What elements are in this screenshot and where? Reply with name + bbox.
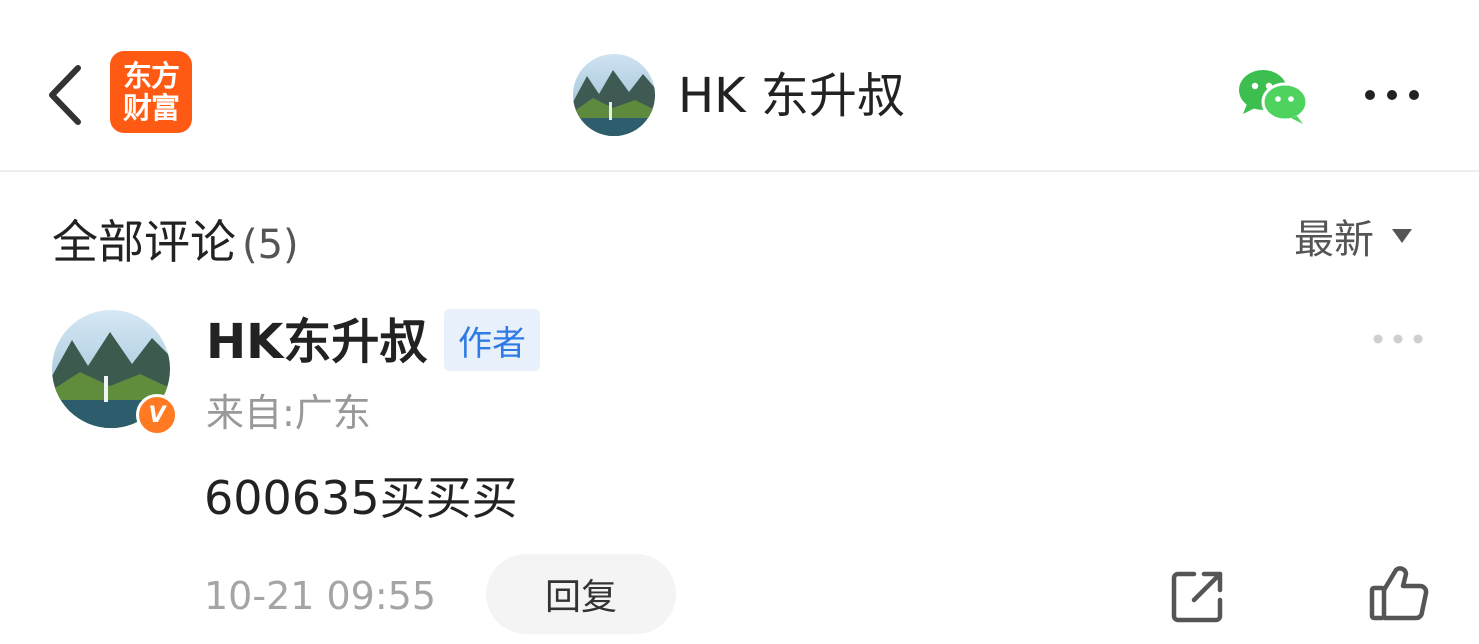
wechat-share-button[interactable] [1235, 66, 1311, 126]
more-icon [1365, 90, 1419, 100]
comment-text: 600635买买买 [204, 471, 518, 525]
top-nav-bar: 东方 财富 HK 东升叔 [0, 0, 1479, 172]
comment-timestamp: 10-21 09:55 [204, 574, 437, 618]
comment-avatar[interactable]: V [52, 310, 178, 436]
verified-badge: V [136, 394, 178, 436]
wechat-icon [1239, 70, 1309, 124]
share-icon [1171, 571, 1223, 623]
caret-down-icon [1392, 229, 1412, 243]
sort-label: 最新 [1294, 217, 1374, 263]
comment-location: 来自:广东 [206, 391, 371, 435]
nav-avatar[interactable] [573, 54, 655, 136]
comments-header: 全部评论 (5) [52, 206, 299, 269]
comments-title: 全部评论 [52, 215, 236, 269]
nav-title: HK 东升叔 [678, 68, 905, 124]
comment-author-name[interactable]: HK东升叔 [206, 312, 427, 372]
thumbs-up-icon [1369, 566, 1429, 621]
app-logo[interactable]: 东方 财富 [110, 51, 192, 133]
back-icon [49, 65, 81, 125]
more-icon [1373, 334, 1423, 344]
author-tag: 作者 [444, 309, 540, 371]
logo-text-line1: 东方 [122, 59, 180, 93]
logo-text-line2: 财富 [122, 91, 180, 125]
landscape-avatar-image [573, 54, 655, 136]
back-button[interactable] [38, 60, 98, 130]
comments-count: (5) [242, 222, 299, 268]
comment-more-button[interactable] [1370, 330, 1426, 348]
like-button[interactable] [1368, 562, 1430, 624]
sort-dropdown[interactable]: 最新 [1294, 208, 1412, 264]
reply-button[interactable]: 回复 [486, 554, 676, 634]
more-button[interactable] [1360, 80, 1424, 110]
share-button[interactable] [1168, 566, 1228, 626]
